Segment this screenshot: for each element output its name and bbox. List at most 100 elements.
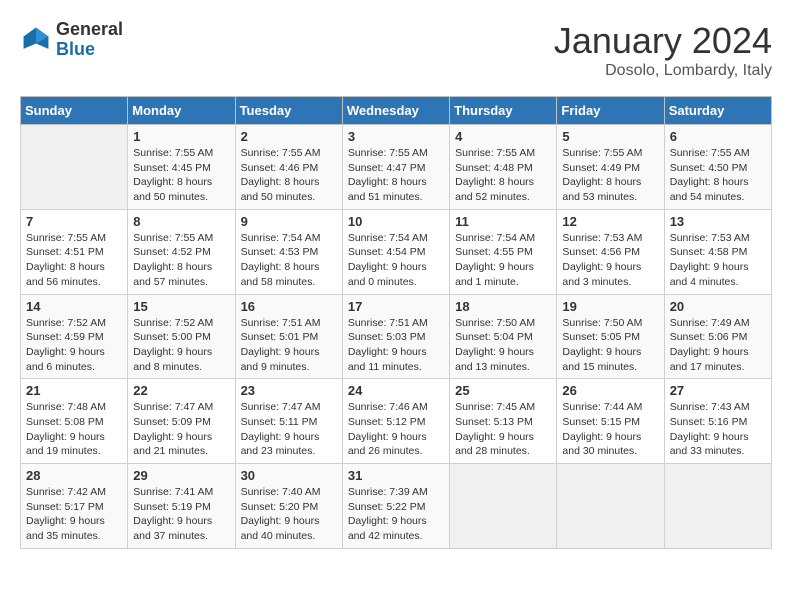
day-detail: Sunrise: 7:46 AMSunset: 5:12 PMDaylight:… [348, 401, 428, 457]
calendar-cell: 13 Sunrise: 7:53 AMSunset: 4:58 PMDaylig… [664, 209, 771, 294]
day-number: 21 [26, 383, 122, 398]
day-detail: Sunrise: 7:55 AMSunset: 4:46 PMDaylight:… [241, 147, 321, 203]
calendar-cell: 8 Sunrise: 7:55 AMSunset: 4:52 PMDayligh… [128, 209, 235, 294]
day-detail: Sunrise: 7:55 AMSunset: 4:48 PMDaylight:… [455, 147, 535, 203]
day-detail: Sunrise: 7:47 AMSunset: 5:09 PMDaylight:… [133, 401, 213, 457]
calendar-cell: 20 Sunrise: 7:49 AMSunset: 5:06 PMDaylig… [664, 294, 771, 379]
day-number: 27 [670, 383, 766, 398]
column-header-tuesday: Tuesday [235, 97, 342, 125]
column-header-wednesday: Wednesday [342, 97, 449, 125]
day-detail: Sunrise: 7:51 AMSunset: 5:01 PMDaylight:… [241, 317, 321, 373]
calendar-cell: 24 Sunrise: 7:46 AMSunset: 5:12 PMDaylig… [342, 379, 449, 464]
calendar-cell: 26 Sunrise: 7:44 AMSunset: 5:15 PMDaylig… [557, 379, 664, 464]
calendar-cell: 9 Sunrise: 7:54 AMSunset: 4:53 PMDayligh… [235, 209, 342, 294]
day-detail: Sunrise: 7:45 AMSunset: 5:13 PMDaylight:… [455, 401, 535, 457]
day-detail: Sunrise: 7:50 AMSunset: 5:04 PMDaylight:… [455, 317, 535, 373]
day-detail: Sunrise: 7:50 AMSunset: 5:05 PMDaylight:… [562, 317, 642, 373]
day-number: 6 [670, 129, 766, 144]
day-number: 28 [26, 468, 122, 483]
calendar-cell [664, 464, 771, 549]
day-number: 20 [670, 299, 766, 314]
week-row-1: 1 Sunrise: 7:55 AMSunset: 4:45 PMDayligh… [21, 125, 772, 210]
day-detail: Sunrise: 7:52 AMSunset: 5:00 PMDaylight:… [133, 317, 213, 373]
day-number: 10 [348, 214, 444, 229]
calendar-cell: 12 Sunrise: 7:53 AMSunset: 4:56 PMDaylig… [557, 209, 664, 294]
day-detail: Sunrise: 7:43 AMSunset: 5:16 PMDaylight:… [670, 401, 750, 457]
week-row-2: 7 Sunrise: 7:55 AMSunset: 4:51 PMDayligh… [21, 209, 772, 294]
calendar-cell [450, 464, 557, 549]
week-row-5: 28 Sunrise: 7:42 AMSunset: 5:17 PMDaylig… [21, 464, 772, 549]
calendar-cell: 30 Sunrise: 7:40 AMSunset: 5:20 PMDaylig… [235, 464, 342, 549]
column-header-monday: Monday [128, 97, 235, 125]
calendar-cell: 7 Sunrise: 7:55 AMSunset: 4:51 PMDayligh… [21, 209, 128, 294]
day-number: 7 [26, 214, 122, 229]
calendar-cell: 16 Sunrise: 7:51 AMSunset: 5:01 PMDaylig… [235, 294, 342, 379]
title-block: January 2024 Dosolo, Lombardy, Italy [554, 20, 772, 80]
header-row: SundayMondayTuesdayWednesdayThursdayFrid… [21, 97, 772, 125]
calendar-cell: 11 Sunrise: 7:54 AMSunset: 4:55 PMDaylig… [450, 209, 557, 294]
calendar-cell: 28 Sunrise: 7:42 AMSunset: 5:17 PMDaylig… [21, 464, 128, 549]
day-detail: Sunrise: 7:51 AMSunset: 5:03 PMDaylight:… [348, 317, 428, 373]
calendar-cell: 18 Sunrise: 7:50 AMSunset: 5:04 PMDaylig… [450, 294, 557, 379]
day-number: 12 [562, 214, 658, 229]
column-header-sunday: Sunday [21, 97, 128, 125]
day-detail: Sunrise: 7:55 AMSunset: 4:50 PMDaylight:… [670, 147, 750, 203]
day-number: 25 [455, 383, 551, 398]
day-detail: Sunrise: 7:55 AMSunset: 4:45 PMDaylight:… [133, 147, 213, 203]
day-detail: Sunrise: 7:54 AMSunset: 4:54 PMDaylight:… [348, 232, 428, 288]
day-number: 2 [241, 129, 337, 144]
calendar-cell: 22 Sunrise: 7:47 AMSunset: 5:09 PMDaylig… [128, 379, 235, 464]
day-number: 3 [348, 129, 444, 144]
day-number: 1 [133, 129, 229, 144]
day-detail: Sunrise: 7:54 AMSunset: 4:55 PMDaylight:… [455, 232, 535, 288]
day-number: 14 [26, 299, 122, 314]
week-row-3: 14 Sunrise: 7:52 AMSunset: 4:59 PMDaylig… [21, 294, 772, 379]
calendar-cell: 2 Sunrise: 7:55 AMSunset: 4:46 PMDayligh… [235, 125, 342, 210]
calendar-cell: 27 Sunrise: 7:43 AMSunset: 5:16 PMDaylig… [664, 379, 771, 464]
day-number: 17 [348, 299, 444, 314]
day-detail: Sunrise: 7:44 AMSunset: 5:15 PMDaylight:… [562, 401, 642, 457]
calendar-table: SundayMondayTuesdayWednesdayThursdayFrid… [20, 96, 772, 549]
day-number: 13 [670, 214, 766, 229]
logo: General Blue [20, 20, 123, 60]
day-detail: Sunrise: 7:55 AMSunset: 4:47 PMDaylight:… [348, 147, 428, 203]
calendar-cell: 23 Sunrise: 7:47 AMSunset: 5:11 PMDaylig… [235, 379, 342, 464]
calendar-cell: 19 Sunrise: 7:50 AMSunset: 5:05 PMDaylig… [557, 294, 664, 379]
calendar-cell: 14 Sunrise: 7:52 AMSunset: 4:59 PMDaylig… [21, 294, 128, 379]
day-detail: Sunrise: 7:48 AMSunset: 5:08 PMDaylight:… [26, 401, 106, 457]
calendar-cell [557, 464, 664, 549]
calendar-cell: 15 Sunrise: 7:52 AMSunset: 5:00 PMDaylig… [128, 294, 235, 379]
day-detail: Sunrise: 7:42 AMSunset: 5:17 PMDaylight:… [26, 486, 106, 542]
day-number: 8 [133, 214, 229, 229]
day-detail: Sunrise: 7:54 AMSunset: 4:53 PMDaylight:… [241, 232, 321, 288]
day-detail: Sunrise: 7:47 AMSunset: 5:11 PMDaylight:… [241, 401, 321, 457]
day-detail: Sunrise: 7:41 AMSunset: 5:19 PMDaylight:… [133, 486, 213, 542]
column-header-thursday: Thursday [450, 97, 557, 125]
day-detail: Sunrise: 7:53 AMSunset: 4:58 PMDaylight:… [670, 232, 750, 288]
calendar-cell: 21 Sunrise: 7:48 AMSunset: 5:08 PMDaylig… [21, 379, 128, 464]
calendar-cell: 6 Sunrise: 7:55 AMSunset: 4:50 PMDayligh… [664, 125, 771, 210]
subtitle: Dosolo, Lombardy, Italy [554, 62, 772, 80]
calendar-cell: 4 Sunrise: 7:55 AMSunset: 4:48 PMDayligh… [450, 125, 557, 210]
calendar-cell [21, 125, 128, 210]
calendar-cell: 5 Sunrise: 7:55 AMSunset: 4:49 PMDayligh… [557, 125, 664, 210]
calendar-cell: 25 Sunrise: 7:45 AMSunset: 5:13 PMDaylig… [450, 379, 557, 464]
day-detail: Sunrise: 7:49 AMSunset: 5:06 PMDaylight:… [670, 317, 750, 373]
calendar-cell: 17 Sunrise: 7:51 AMSunset: 5:03 PMDaylig… [342, 294, 449, 379]
day-detail: Sunrise: 7:53 AMSunset: 4:56 PMDaylight:… [562, 232, 642, 288]
day-number: 31 [348, 468, 444, 483]
day-number: 22 [133, 383, 229, 398]
day-detail: Sunrise: 7:55 AMSunset: 4:52 PMDaylight:… [133, 232, 213, 288]
calendar-cell: 1 Sunrise: 7:55 AMSunset: 4:45 PMDayligh… [128, 125, 235, 210]
calendar-cell: 29 Sunrise: 7:41 AMSunset: 5:19 PMDaylig… [128, 464, 235, 549]
day-number: 9 [241, 214, 337, 229]
page-header: General Blue January 2024 Dosolo, Lombar… [20, 20, 772, 80]
calendar-cell: 10 Sunrise: 7:54 AMSunset: 4:54 PMDaylig… [342, 209, 449, 294]
day-number: 15 [133, 299, 229, 314]
main-title: January 2024 [554, 20, 772, 62]
logo-text: General Blue [56, 20, 123, 60]
day-number: 11 [455, 214, 551, 229]
day-detail: Sunrise: 7:52 AMSunset: 4:59 PMDaylight:… [26, 317, 106, 373]
day-number: 30 [241, 468, 337, 483]
logo-general: General [56, 20, 123, 40]
